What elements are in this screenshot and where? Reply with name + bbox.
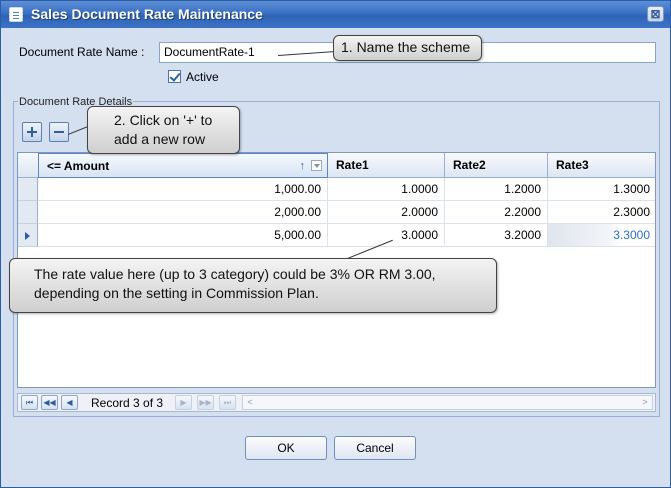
column-header-amount[interactable]: <= Amount ↑ [38, 153, 328, 178]
callout-add-row-line1: 2. Click on '+' to [114, 112, 213, 128]
cell-rate2[interactable]: 1.2000 [445, 178, 548, 201]
delete-row-button[interactable] [49, 122, 69, 142]
first-record-button[interactable]: ⏮ [21, 395, 38, 410]
row-indicator[interactable] [18, 201, 38, 224]
ok-button[interactable]: OK [245, 436, 327, 460]
column-header-rate1[interactable]: Rate1 [328, 153, 445, 178]
document-icon [9, 7, 23, 22]
cell-amount[interactable]: 2,000.00 [38, 201, 328, 224]
title-bar[interactable]: Sales Document Rate Maintenance ⊠ [1, 1, 670, 28]
horizontal-scrollbar[interactable]: < > [242, 395, 653, 410]
header-indicator-cell [18, 153, 39, 178]
cell-rate1[interactable]: 3.0000 [328, 224, 445, 247]
cancel-button[interactable]: Cancel [334, 436, 416, 460]
cell-amount[interactable]: 5,000.00 [38, 224, 328, 247]
cell-rate1[interactable]: 2.0000 [328, 201, 445, 224]
previous-record-button[interactable]: ◀ [61, 395, 78, 410]
record-counter: Record 3 of 3 [91, 396, 164, 410]
callout-rate-line2: depending on the setting in Commission P… [34, 285, 319, 301]
column-header-rate2[interactable]: Rate2 [445, 153, 548, 178]
cell-rate3[interactable]: 1.3000 [548, 178, 655, 201]
window-title: Sales Document Rate Maintenance [31, 6, 263, 22]
active-checkbox[interactable] [168, 70, 181, 83]
next-page-button[interactable]: ▶▶ [197, 395, 214, 410]
callout-add-row: 2. Click on '+' to add a new row [87, 106, 240, 154]
column-header-rate3[interactable]: Rate3 [548, 153, 655, 178]
cell-rate3-editing[interactable]: 3.3000 [548, 224, 655, 247]
last-record-button[interactable]: ⏭ [219, 395, 236, 410]
scroll-right-icon[interactable]: > [638, 396, 652, 409]
row-indicator[interactable] [18, 178, 38, 201]
cell-rate3[interactable]: 2.3000 [548, 201, 655, 224]
callout-name-scheme: 1. Name the scheme [333, 35, 482, 61]
active-label: Active [186, 70, 219, 84]
cell-amount[interactable]: 1,000.00 [38, 178, 328, 201]
document-rate-name-label: Document Rate Name : [19, 45, 145, 59]
callout-add-row-line2: add a new row [114, 131, 206, 147]
close-button[interactable]: ⊠ [647, 6, 664, 22]
record-navigator: ⏮ ◀◀ ◀ Record 3 of 3 ▶ ▶▶ ⏭ < > [17, 393, 656, 412]
next-record-button[interactable]: ▶ [175, 395, 192, 410]
column-header-amount-label: <= Amount [47, 159, 110, 173]
filter-icon[interactable] [311, 160, 322, 171]
callout-rate-explanation: The rate value here (up to 3 category) c… [9, 258, 497, 313]
table-row[interactable]: 2,000.00 2.0000 2.2000 2.3000 [18, 201, 655, 224]
cell-rate2[interactable]: 3.2000 [445, 224, 548, 247]
callout-rate-line1: The rate value here (up to 3 category) c… [34, 266, 436, 282]
sort-ascending-icon[interactable]: ↑ [300, 154, 306, 178]
scroll-left-icon[interactable]: < [243, 396, 257, 409]
add-row-button[interactable] [22, 122, 42, 142]
table-row[interactable]: 1,000.00 1.0000 1.2000 1.3000 [18, 178, 655, 201]
table-row[interactable]: 5,000.00 3.0000 3.2000 3.3000 [18, 224, 655, 247]
cell-rate2[interactable]: 2.2000 [445, 201, 548, 224]
cell-rate1[interactable]: 1.0000 [328, 178, 445, 201]
current-row-indicator[interactable] [18, 224, 38, 247]
previous-page-button[interactable]: ◀◀ [41, 395, 58, 410]
grid-header: <= Amount ↑ Rate1 Rate2 Rate3 [18, 153, 655, 178]
